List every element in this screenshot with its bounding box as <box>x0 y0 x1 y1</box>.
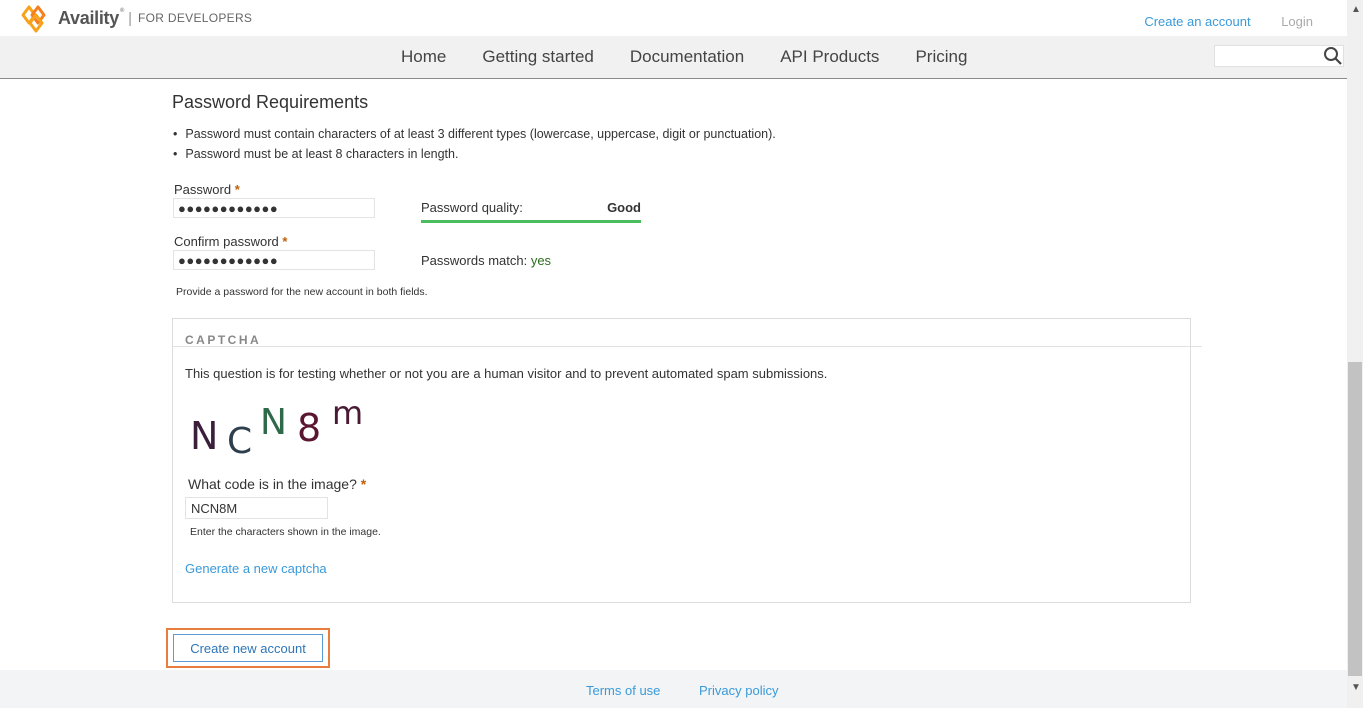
brand-name: Availity® <box>58 7 125 28</box>
captcha-description: This question is for testing whether or … <box>185 366 828 381</box>
password-description: Provide a password for the new account i… <box>176 286 428 298</box>
captcha-image: N C N 8 m <box>190 399 363 459</box>
password-requirements-list: Password must contain characters of at l… <box>173 124 776 164</box>
required-marker: * <box>282 234 288 249</box>
password-quality-meter: Password quality: Good <box>421 200 641 223</box>
availity-logo-icon <box>20 3 54 33</box>
create-new-account-button[interactable]: Create new account <box>173 634 323 662</box>
scroll-down-icon[interactable]: ▼ <box>1351 682 1361 693</box>
page-scrollbar[interactable]: ▲ ▼ <box>1347 0 1363 708</box>
captcha-char: N <box>260 402 287 443</box>
captcha-question: What code is in the image? * <box>188 476 367 492</box>
captcha-response-field[interactable]: NCN8M <box>185 497 328 519</box>
privacy-policy-link[interactable]: Privacy policy <box>699 683 778 698</box>
captcha-char: N <box>190 414 218 458</box>
main-nav: Home Getting started Documentation API P… <box>0 36 1347 79</box>
top-header: Availity® | FOR DEVELOPERS Create an acc… <box>0 0 1347 36</box>
nav-api-products[interactable]: API Products <box>780 47 879 67</box>
brand-divider: | <box>128 9 132 27</box>
captcha-legend: CAPTCHA <box>185 333 262 347</box>
nav-documentation[interactable]: Documentation <box>630 47 744 67</box>
scrollbar-thumb[interactable] <box>1348 362 1362 676</box>
brand-logo[interactable]: Availity® | FOR DEVELOPERS <box>20 3 252 33</box>
requirement-item: Password must be at least 8 characters i… <box>173 144 776 164</box>
page-footer: Terms of use Privacy policy <box>0 670 1347 708</box>
captcha-hint: Enter the characters shown in the image. <box>190 526 381 538</box>
password-requirements-title: Password Requirements <box>172 92 369 112</box>
brand-subtitle: FOR DEVELOPERS <box>138 11 253 25</box>
required-marker: * <box>360 476 367 492</box>
captcha-fieldset: CAPTCHA This question is for testing whe… <box>172 318 1202 603</box>
passwords-match-value: yes <box>530 253 552 268</box>
captcha-char: C <box>227 421 252 459</box>
password-quality-value: Good <box>607 200 641 215</box>
terms-of-use-link[interactable]: Terms of use <box>586 683 660 698</box>
generate-captcha-link[interactable]: Generate a new captcha <box>185 561 327 576</box>
submit-highlight: Create new account <box>166 628 330 668</box>
search-input[interactable] <box>1214 45 1344 67</box>
create-account-link[interactable]: Create an account <box>1144 14 1250 29</box>
passwords-match-status: Passwords match: yes <box>421 253 552 268</box>
password-label: Password * <box>174 182 240 197</box>
nav-getting-started[interactable]: Getting started <box>482 47 594 67</box>
nav-pricing[interactable]: Pricing <box>915 47 967 67</box>
confirm-password-field[interactable]: ●●●●●●●●●●●● <box>173 250 375 270</box>
requirement-item: Password must contain characters of at l… <box>173 124 775 144</box>
confirm-password-label: Confirm password * <box>174 234 288 249</box>
nav-home[interactable]: Home <box>401 47 446 67</box>
required-marker: * <box>234 182 240 197</box>
password-field[interactable]: ●●●●●●●●●●●● <box>173 198 375 218</box>
captcha-char: m <box>332 399 363 432</box>
scroll-up-icon[interactable]: ▲ <box>1351 4 1361 15</box>
captcha-divider <box>173 346 1202 347</box>
password-quality-label: Password quality: <box>421 200 523 215</box>
login-link[interactable]: Login <box>1281 14 1313 29</box>
captcha-char: 8 <box>297 406 321 450</box>
